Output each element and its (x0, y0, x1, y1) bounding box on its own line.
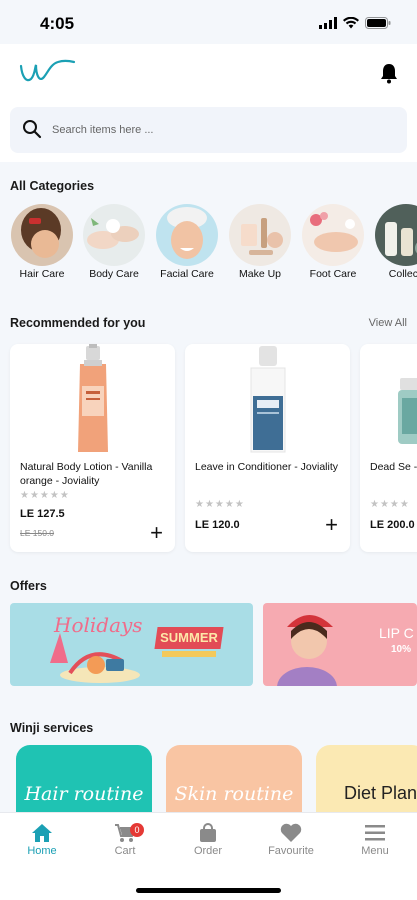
app-screen: 4:05 All Categories Hair Care (0, 0, 417, 900)
add-to-cart-button[interactable]: + (325, 514, 338, 536)
home-icon (7, 821, 77, 845)
home-indicator (136, 888, 281, 893)
foot-care-image (302, 204, 364, 266)
product-name: Dead Se - Jovial (370, 461, 417, 473)
bag-icon (173, 821, 243, 845)
product-image (185, 344, 350, 456)
product-card[interactable]: Natural Body Lotion - Vanilla orange - J… (10, 344, 175, 552)
category-collections[interactable]: Collecti (374, 204, 417, 280)
product-card[interactable]: Dead Se - Jovial ★★★★ LE 200.0 (360, 344, 417, 552)
category-make-up[interactable]: Make Up (228, 204, 292, 280)
service-label: Hair routine (24, 783, 144, 805)
category-facial-care[interactable]: Facial Care (155, 204, 219, 280)
product-name: Natural Body Lotion - Vanilla orange - J… (20, 461, 153, 487)
search-icon (22, 119, 42, 144)
product-old-price: LE 150.0 (20, 528, 55, 538)
offer-banner-lip-care[interactable]: LIP C 10% (263, 603, 417, 686)
tab-home[interactable]: Home (7, 821, 77, 857)
recommended-title: Recommended for you (10, 316, 146, 330)
bottom-tab-bar: Home 0 Cart Order Favourite Menu (0, 812, 417, 900)
rating-stars: ★★★★ (370, 499, 410, 510)
wifi-icon (343, 16, 359, 34)
offers-title: Offers (10, 579, 47, 593)
cart-icon (90, 821, 160, 845)
categories-title: All Categories (10, 179, 95, 193)
product-price: LE 127.5 (20, 508, 65, 520)
product-price: LE 200.0 (370, 519, 415, 531)
rating-stars: ★★★★★ (20, 490, 70, 501)
offer-headline: LIP C (379, 625, 414, 641)
collections-image (375, 204, 417, 266)
heart-icon (256, 821, 326, 845)
make-up-image (229, 204, 291, 266)
product-card[interactable]: Leave in Conditioner - Joviality ★★★★★ L… (185, 344, 350, 552)
tab-cart[interactable]: 0 Cart (90, 821, 160, 857)
status-icons (319, 16, 391, 34)
hair-care-image (11, 204, 73, 266)
tab-label: Order (193, 845, 223, 857)
rating-stars: ★★★★★ (195, 499, 245, 510)
tab-label: Favourite (268, 845, 314, 857)
search-input[interactable] (52, 119, 382, 141)
search-bar[interactable] (10, 107, 407, 153)
tab-favourite[interactable]: Favourite (256, 821, 326, 857)
services-title: Winji services (10, 721, 94, 735)
product-image (360, 344, 417, 456)
service-label: Skin routine (174, 783, 294, 805)
tab-order[interactable]: Order (173, 821, 243, 857)
brand-logo-icon[interactable] (18, 58, 76, 93)
view-all-link[interactable]: View All (369, 317, 407, 329)
offer-banner-holidays[interactable]: Holidays SUMMER (10, 603, 253, 686)
service-label: Diet Plan (344, 783, 417, 803)
product-image (10, 344, 175, 456)
battery-icon (365, 16, 391, 34)
tab-label: Cart (114, 845, 136, 857)
category-label: Body Care (89, 268, 139, 280)
category-body-care[interactable]: Body Care (82, 204, 146, 280)
tab-label: Menu (361, 845, 389, 857)
product-price: LE 120.0 (195, 519, 240, 531)
category-label: Hair Care (19, 268, 65, 280)
product-name: Leave in Conditioner - Joviality (195, 461, 338, 473)
menu-icon (340, 821, 410, 845)
category-label: Foot Care (309, 268, 357, 280)
body-care-image (83, 204, 145, 266)
status-time: 4:05 (40, 14, 75, 33)
offer-tag-strip (162, 651, 216, 657)
add-to-cart-button[interactable]: + (150, 522, 163, 544)
tab-menu[interactable]: Menu (340, 821, 410, 857)
notification-bell-icon[interactable] (379, 62, 403, 86)
status-bar: 4:05 (0, 0, 417, 44)
category-foot-care[interactable]: Foot Care (301, 204, 365, 280)
offer-discount: 10% (391, 644, 412, 655)
category-label: Make Up (238, 268, 281, 280)
signal-icon (319, 16, 337, 34)
category-hair-care[interactable]: Hair Care (10, 204, 74, 280)
tab-label: Home (27, 845, 57, 857)
category-label: Collecti (388, 268, 417, 280)
category-label: Facial Care (160, 268, 214, 280)
cart-badge: 0 (130, 823, 144, 837)
facial-care-image (156, 204, 218, 266)
offer-tag: SUMMER (160, 630, 218, 645)
